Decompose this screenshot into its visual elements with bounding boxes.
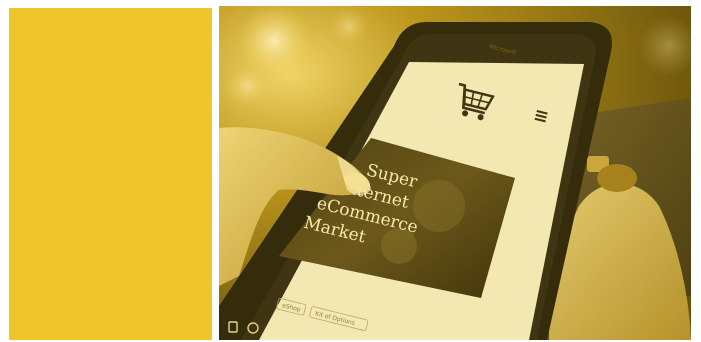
yellow-color-swatch bbox=[9, 8, 212, 340]
ecommerce-phone-photo: Microsoft Super Internet eCommerce Marke… bbox=[219, 6, 691, 340]
